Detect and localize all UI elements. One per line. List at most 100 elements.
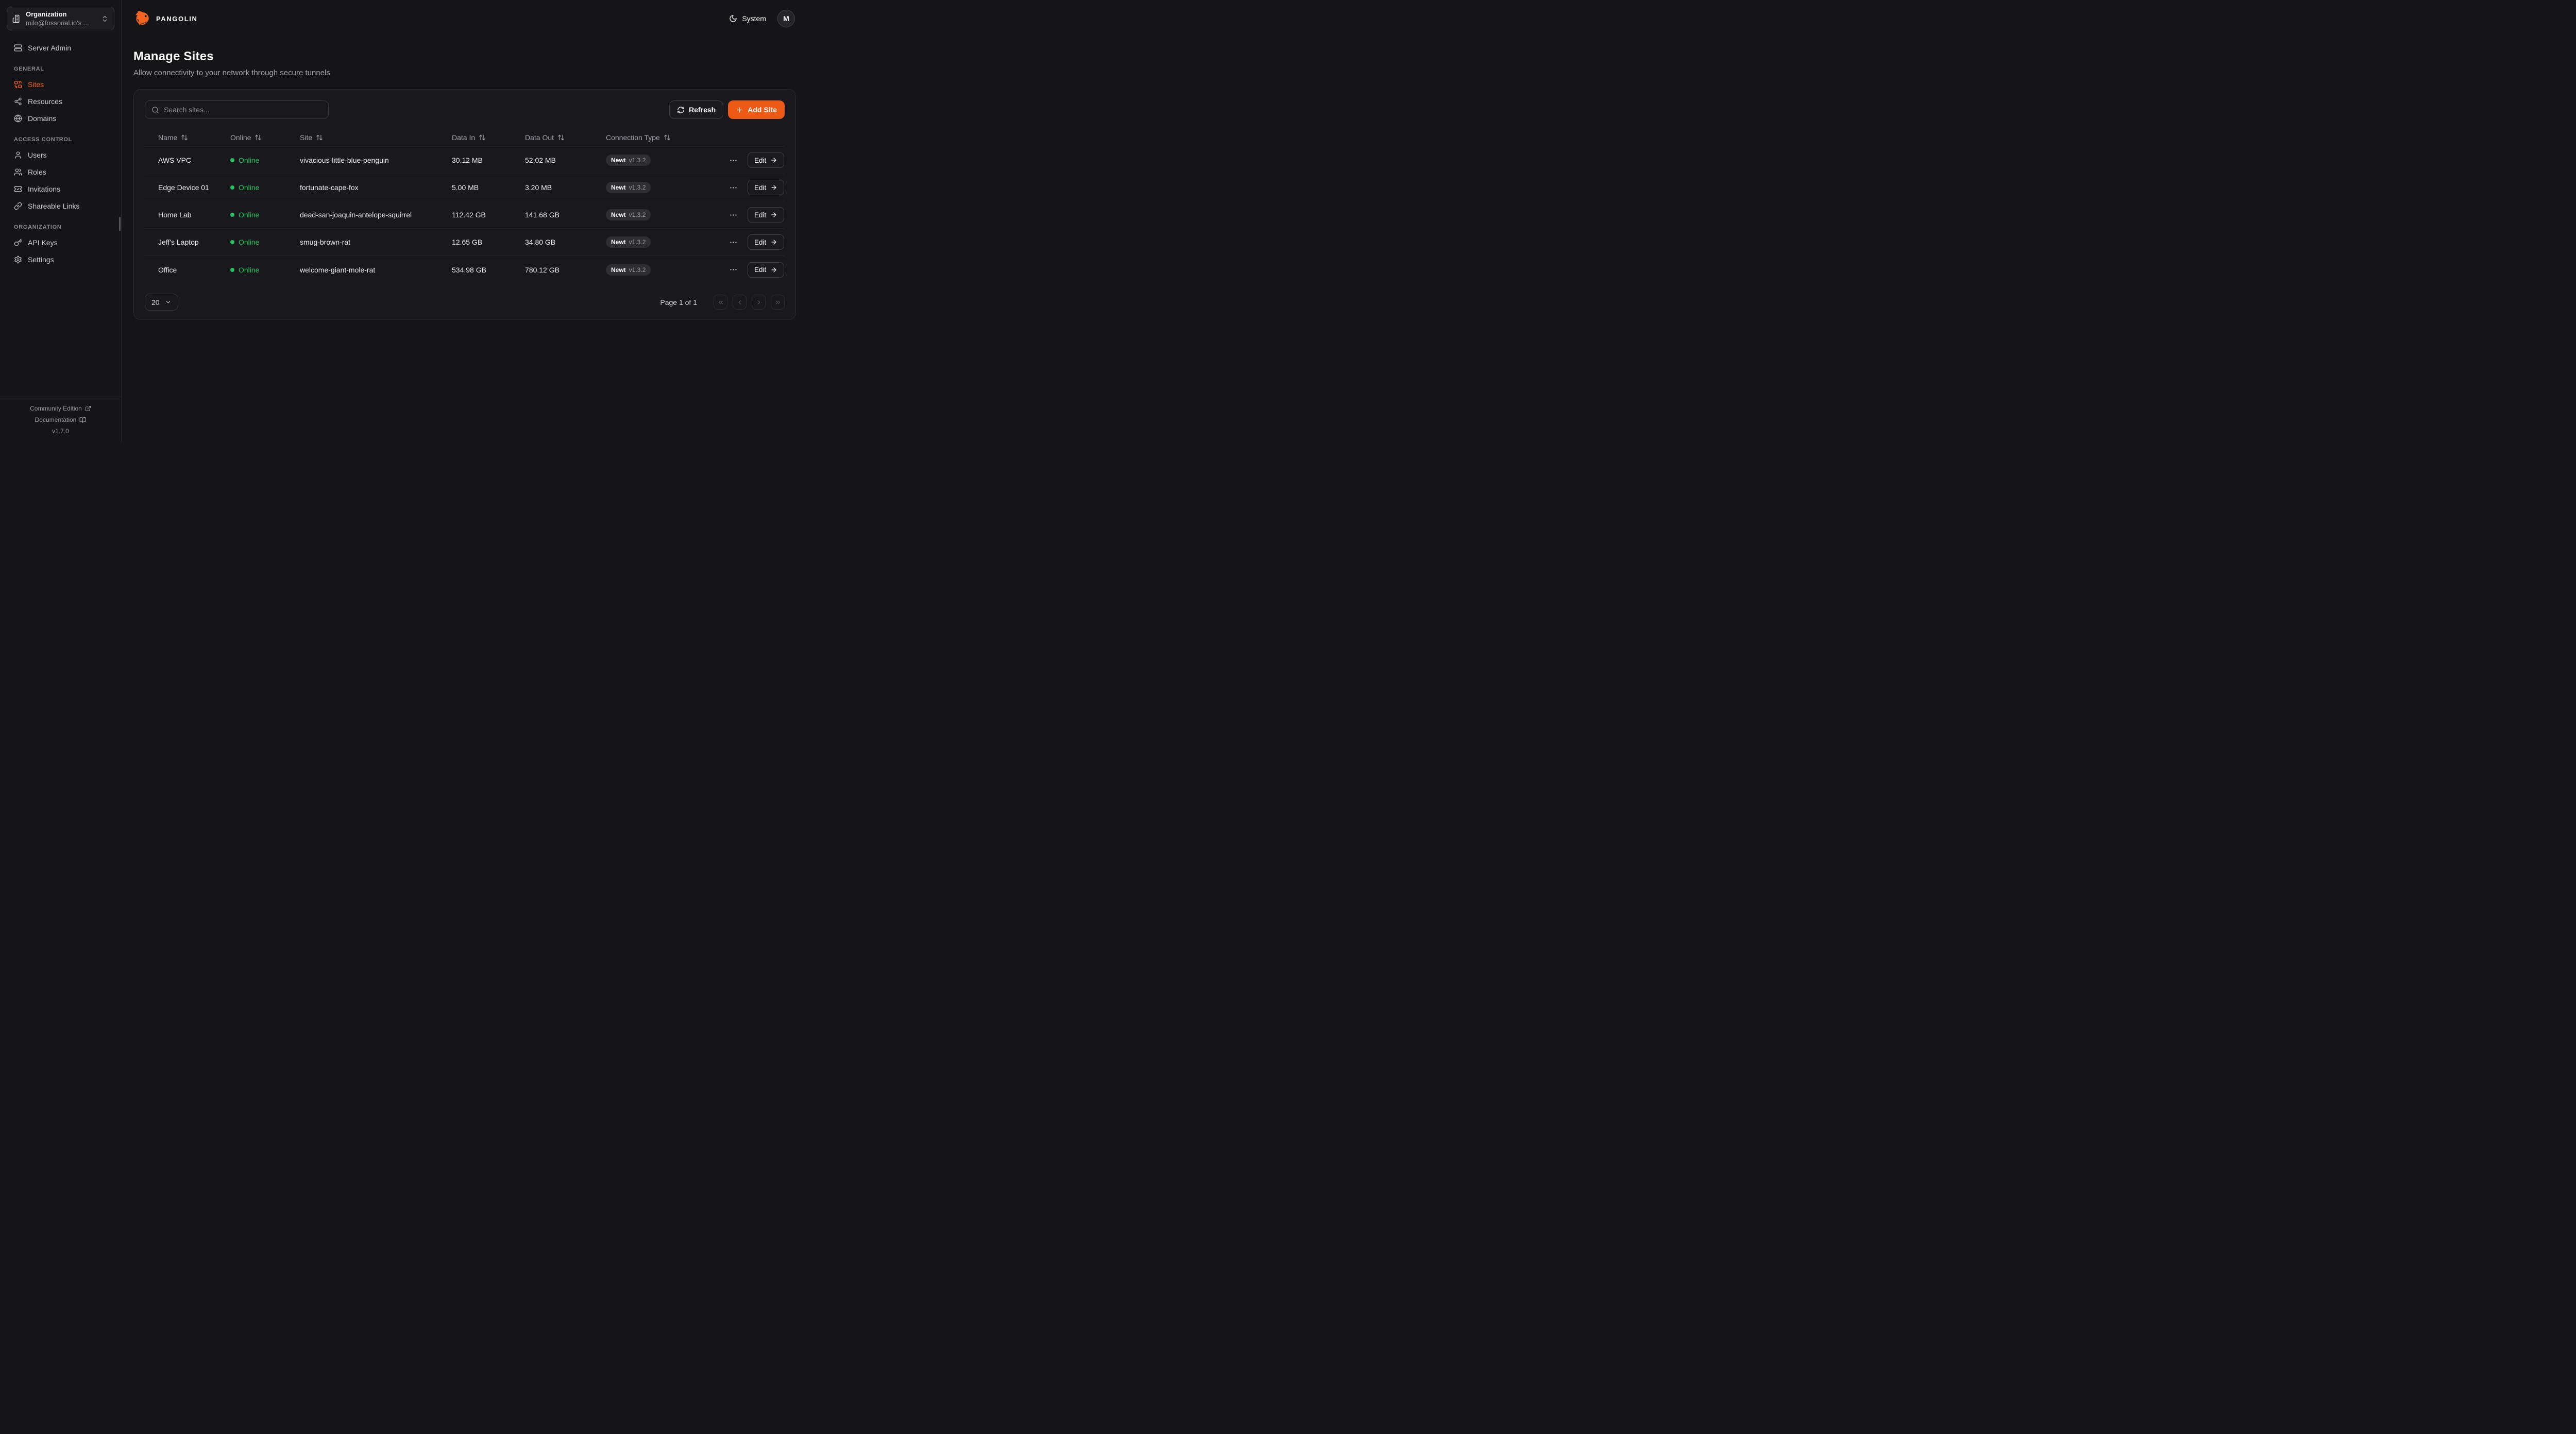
- next-page-button[interactable]: [752, 295, 766, 310]
- connection-badge: Newtv1.3.2: [606, 209, 651, 220]
- sort-icon: [479, 134, 486, 141]
- table-row: Home Lab Online dead-san-joaquin-antelop…: [145, 201, 785, 229]
- theme-toggle[interactable]: System: [729, 14, 766, 23]
- sidebar-item-api-keys[interactable]: API Keys: [7, 234, 114, 251]
- documentation-label: Documentation: [35, 414, 77, 425]
- edit-button[interactable]: Edit: [748, 152, 784, 168]
- edit-button[interactable]: Edit: [748, 207, 784, 223]
- add-site-button-label: Add Site: [748, 106, 777, 114]
- cell-data-out: 3.20 MB: [525, 183, 606, 192]
- sidebar-item-invitations[interactable]: Invitations: [7, 180, 114, 197]
- column-header-label: Data In: [452, 133, 475, 142]
- chevrons-up-down-icon: [101, 15, 109, 23]
- refresh-button[interactable]: Refresh: [669, 100, 723, 119]
- previous-page-button[interactable]: [733, 295, 747, 310]
- arrow-right-icon: [770, 184, 777, 191]
- cell-data-out: 52.02 MB: [525, 156, 606, 164]
- org-selector-value: milo@fossorial.io's ...: [26, 19, 96, 27]
- column-header-connection-type[interactable]: Connection Type: [606, 133, 728, 142]
- cell-site: dead-san-joaquin-antelope-squirrel: [300, 211, 452, 219]
- connection-type-label: Newt: [611, 184, 626, 191]
- sidebar-item-settings[interactable]: Settings: [7, 251, 114, 268]
- sidebar-item-label: Server Admin: [28, 44, 71, 52]
- connection-type-label: Newt: [611, 211, 626, 218]
- column-header-label: Connection Type: [606, 133, 660, 142]
- cell-connection-type: Newtv1.3.2: [606, 155, 728, 166]
- column-header-data-out[interactable]: Data Out: [525, 133, 606, 142]
- cell-connection-type: Newtv1.3.2: [606, 236, 728, 248]
- page-title: Manage Sites: [133, 49, 796, 64]
- cell-site: fortunate-cape-fox: [300, 183, 452, 192]
- sidebar-item-label: Roles: [28, 168, 46, 176]
- arrow-right-icon: [770, 211, 777, 218]
- user-icon: [14, 151, 22, 159]
- first-page-button[interactable]: [714, 295, 727, 310]
- sidebar: Organization milo@fossorial.io's ... Ser…: [0, 0, 122, 443]
- chevron-down-icon: [165, 299, 172, 305]
- sidebar-item-server-admin[interactable]: Server Admin: [7, 39, 114, 56]
- cell-status: Online: [230, 156, 300, 164]
- chevron-right-icon: [755, 299, 762, 306]
- sidebar-item-shareable-links[interactable]: Shareable Links: [7, 197, 114, 214]
- community-edition-label: Community Edition: [30, 403, 82, 414]
- chevrons-right-icon: [774, 299, 782, 306]
- page-subtitle: Allow connectivity to your network throu…: [133, 69, 796, 77]
- sidebar-nav: Server Admin GENERAL Sites Resources Dom…: [0, 37, 121, 397]
- edit-button[interactable]: Edit: [748, 180, 784, 195]
- column-header-name[interactable]: Name: [158, 133, 230, 142]
- last-page-button[interactable]: [771, 295, 785, 310]
- org-selector[interactable]: Organization milo@fossorial.io's ...: [7, 7, 114, 30]
- documentation-link[interactable]: Documentation: [4, 414, 117, 425]
- row-menu-button[interactable]: [728, 210, 739, 220]
- sidebar-item-domains[interactable]: Domains: [7, 110, 114, 127]
- sort-icon: [316, 134, 323, 141]
- gear-icon: [14, 255, 22, 264]
- sidebar-item-sites[interactable]: Sites: [7, 76, 114, 93]
- cell-connection-type: Newtv1.3.2: [606, 264, 728, 276]
- avatar-initial: M: [783, 14, 789, 23]
- column-header-data-in[interactable]: Data In: [452, 133, 525, 142]
- row-menu-button[interactable]: [728, 182, 739, 193]
- edit-button-label: Edit: [754, 157, 766, 164]
- cell-name: Office: [158, 266, 230, 274]
- sidebar-item-roles[interactable]: Roles: [7, 163, 114, 180]
- edit-button-label: Edit: [754, 238, 766, 246]
- sort-icon: [181, 134, 188, 141]
- online-dot: [230, 185, 234, 190]
- column-header-online[interactable]: Online: [230, 133, 300, 142]
- sidebar-item-label: API Keys: [28, 238, 58, 247]
- users-icon: [14, 168, 22, 176]
- sidebar-item-label: Shareable Links: [28, 202, 79, 210]
- table-row: Edge Device 01 Online fortunate-cape-fox…: [145, 174, 785, 201]
- sidebar-scrollbar-thumb[interactable]: [119, 217, 121, 231]
- community-edition-link[interactable]: Community Edition: [4, 403, 117, 414]
- cell-data-in: 12.65 GB: [452, 238, 525, 246]
- share-nodes-icon: [14, 97, 22, 106]
- book-open-icon: [79, 417, 86, 423]
- online-dot: [230, 158, 234, 162]
- connection-badge: Newtv1.3.2: [606, 182, 651, 193]
- external-link-icon: [85, 405, 91, 412]
- edit-button[interactable]: Edit: [748, 234, 784, 250]
- row-menu-button[interactable]: [728, 237, 739, 248]
- cell-data-in: 534.98 GB: [452, 266, 525, 274]
- sidebar-item-resources[interactable]: Resources: [7, 93, 114, 110]
- sidebar-item-users[interactable]: Users: [7, 146, 114, 163]
- avatar[interactable]: M: [777, 10, 795, 27]
- row-menu-button[interactable]: [728, 264, 739, 275]
- row-menu-button[interactable]: [728, 155, 739, 166]
- connection-badge: Newtv1.3.2: [606, 236, 651, 248]
- search-input[interactable]: [164, 106, 322, 114]
- column-header-site[interactable]: Site: [300, 133, 452, 142]
- page-size-select[interactable]: 20: [145, 294, 178, 311]
- sidebar-item-label: Domains: [28, 114, 56, 123]
- add-site-button[interactable]: Add Site: [728, 100, 785, 119]
- page-size-value: 20: [151, 298, 160, 306]
- online-dot: [230, 268, 234, 272]
- combine-icon: [14, 80, 22, 89]
- edit-button[interactable]: Edit: [748, 262, 784, 278]
- status-label: Online: [239, 211, 259, 219]
- status-label: Online: [239, 266, 259, 274]
- sidebar-item-label: Invitations: [28, 185, 60, 193]
- brand-name: PANGOLIN: [156, 15, 197, 23]
